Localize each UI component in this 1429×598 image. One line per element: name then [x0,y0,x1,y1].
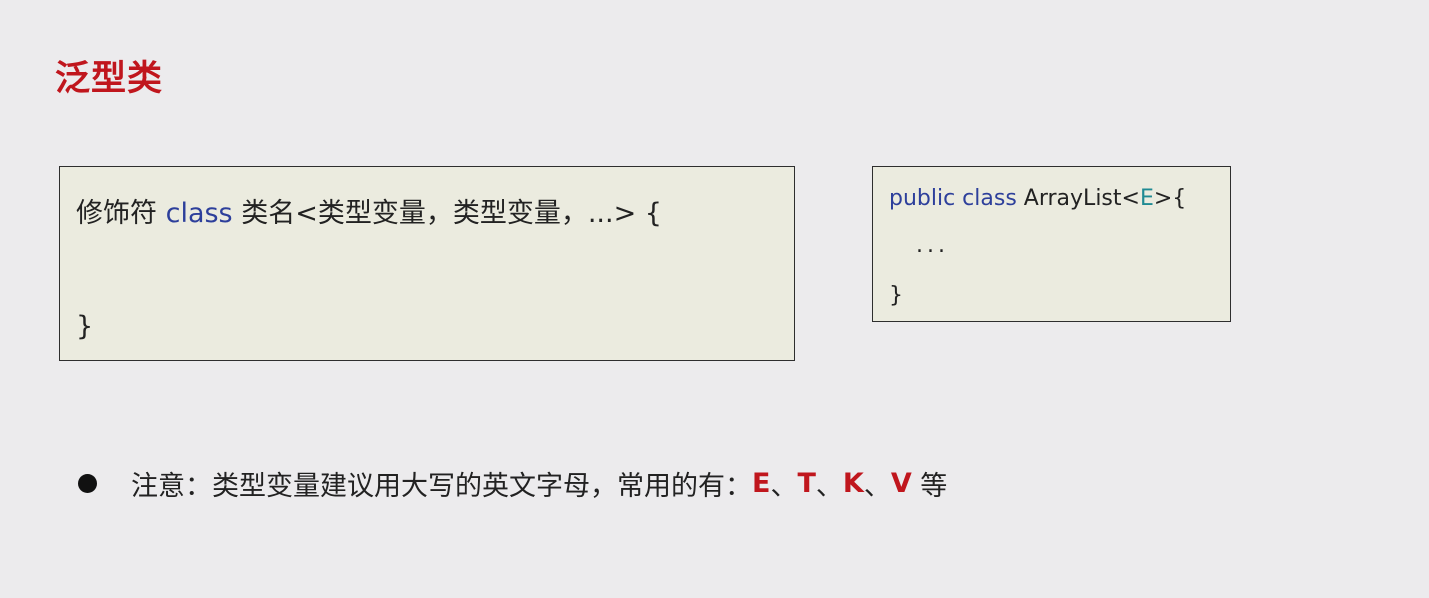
example-closing-brace: } [889,283,903,308]
page-title: 泛型类 [55,59,164,99]
arraylist-name: ArrayList< [1016,186,1140,211]
example-line-declaration: public class ArrayList<E>{ [889,186,1186,211]
example-code-box: public class ArrayList<E>{ ... } [872,166,1231,322]
separator: 、 [863,471,891,502]
syntax-closing-brace: } [76,311,94,342]
bullet-dot-icon [78,474,97,493]
opening-brace: >{ [1153,186,1187,211]
modifier-label: 修饰符 [76,198,166,229]
letter-v: V [890,468,912,499]
example-body-ellipsis: ... [916,233,949,258]
separator: 、 [770,471,798,502]
class-keyword: class [165,198,233,229]
note-bullet: 注意：类型变量建议用大写的英文字母，常用的有： E 、 T 、 K 、 V 等 [78,464,947,503]
syntax-code-box: 修饰符 class 类名<类型变量，类型变量，...> { } [59,166,795,361]
class-name-generic: 类名<类型变量，类型变量，...> { [232,198,662,229]
letter-k: K [842,468,864,499]
letter-t: T [797,468,816,499]
note-text: 注意：类型变量建议用大写的英文字母，常用的有： [131,471,752,502]
type-variable-e: E [1139,186,1154,211]
syntax-line-declaration: 修饰符 class 类名<类型变量，类型变量，...> { [76,191,662,230]
letter-e: E [752,468,771,499]
public-class-keyword: public class [889,186,1017,211]
separator: 、 [815,471,843,502]
note-suffix: 等 [911,471,948,502]
